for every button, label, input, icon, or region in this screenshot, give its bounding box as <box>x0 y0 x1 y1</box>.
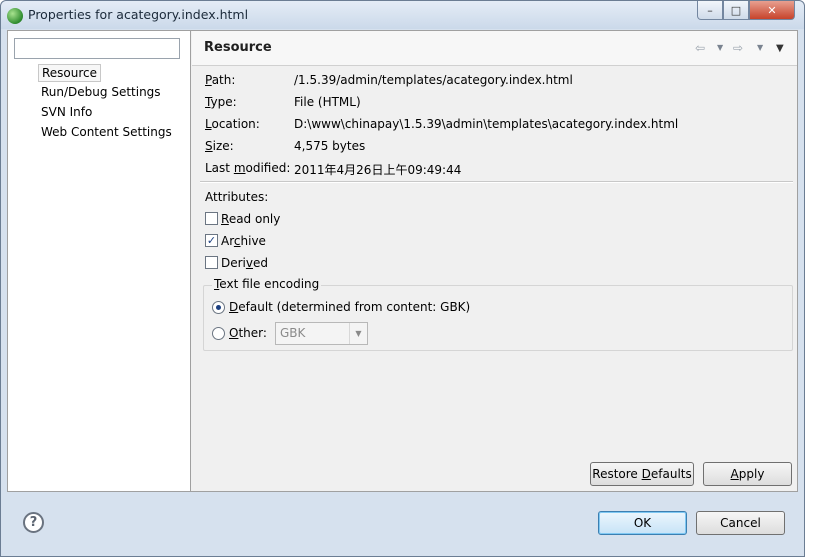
view-menu-icon[interactable]: ▼ <box>776 43 784 54</box>
other-encoding-combo[interactable]: GBK ▼ <box>275 322 368 345</box>
maximize-icon: □ <box>730 3 742 17</box>
restore-defaults-button[interactable]: Restore Defaults <box>590 462 694 486</box>
other-encoding-label[interactable]: Other: <box>229 326 267 340</box>
type-label: Type: <box>205 95 237 109</box>
derived-checkbox[interactable] <box>205 256 218 269</box>
minimize-icon: – <box>707 3 713 17</box>
close-button[interactable]: ✕ <box>749 1 795 20</box>
size-value: 4,575 bytes <box>294 139 366 153</box>
page-header: Resource ⇦ ▼ ⇨ ▼ ▼ <box>192 31 797 66</box>
back-arrow-icon[interactable]: ⇦ <box>695 41 705 55</box>
forward-arrow-icon[interactable]: ⇨ <box>733 41 743 55</box>
archive-checkbox[interactable]: ✓ <box>205 234 218 247</box>
derived-label[interactable]: Derived <box>221 256 268 270</box>
filter-input[interactable] <box>14 38 180 59</box>
page-title: Resource <box>204 40 272 55</box>
restore-defaults-label: Restore Defaults <box>592 467 692 481</box>
text-file-encoding-legend: Text file encoding <box>212 277 322 291</box>
location-label: Location: <box>205 117 260 131</box>
size-label: Size: <box>205 139 234 153</box>
other-encoding-radio[interactable] <box>212 327 225 340</box>
ok-button[interactable]: OK <box>598 511 687 535</box>
attributes-heading: Attributes: <box>205 190 269 204</box>
eclipse-app-icon <box>7 8 23 24</box>
archive-label[interactable]: Archive <box>221 234 266 248</box>
tree-item-svn-info[interactable]: SVN Info <box>38 104 95 122</box>
property-page: Resource ⇦ ▼ ⇨ ▼ ▼ Path: /1.5.39/admin/t… <box>192 31 797 491</box>
dialog-button-bar: ? OK Cancel <box>7 493 798 558</box>
last-modified-label: Last modified: <box>205 161 291 175</box>
properties-dialog: Properties for acategory.index.html – □ … <box>0 0 805 557</box>
separator <box>200 181 793 183</box>
back-history-dropdown-icon[interactable]: ▼ <box>717 43 723 52</box>
default-encoding-label[interactable]: Default (determined from content: GBK) <box>229 300 470 314</box>
cancel-button[interactable]: Cancel <box>696 511 785 535</box>
apply-button[interactable]: Apply <box>703 462 792 486</box>
title-bar[interactable]: Properties for acategory.index.html – □ … <box>1 1 804 29</box>
location-value: D:\www\chinapay\1.5.39\admin\templates\a… <box>294 117 679 131</box>
other-encoding-value: GBK <box>280 326 306 340</box>
default-encoding-radio[interactable] <box>212 301 225 314</box>
type-value: File (HTML) <box>294 95 361 109</box>
apply-label: Apply <box>730 467 765 481</box>
last-modified-value: 2011年4月26日上午09:49:44 <box>294 163 462 177</box>
tree-item-resource[interactable]: Resource <box>38 64 102 82</box>
forward-history-dropdown-icon[interactable]: ▼ <box>757 43 763 52</box>
checkmark-icon: ✓ <box>206 234 217 247</box>
help-icon[interactable]: ? <box>23 512 44 533</box>
tree-item-run-debug-settings[interactable]: Run/Debug Settings <box>38 84 164 102</box>
path-label: Path: <box>205 73 236 87</box>
tree-item-web-content-settings[interactable]: Web Content Settings <box>38 124 175 142</box>
minimize-button[interactable]: – <box>697 1 723 20</box>
read-only-label[interactable]: Read only <box>221 212 280 226</box>
window-title: Properties for acategory.index.html <box>28 7 249 22</box>
maximize-button[interactable]: □ <box>723 1 749 20</box>
close-icon: ✕ <box>767 3 777 17</box>
property-page-tree: Resource Run/Debug Settings SVN Info Web… <box>8 31 191 491</box>
chevron-down-icon[interactable]: ▼ <box>349 323 367 344</box>
dialog-client-area: Resource Run/Debug Settings SVN Info Web… <box>7 30 798 492</box>
read-only-checkbox[interactable] <box>205 212 218 225</box>
path-value: /1.5.39/admin/templates/acategory.index.… <box>294 73 573 87</box>
